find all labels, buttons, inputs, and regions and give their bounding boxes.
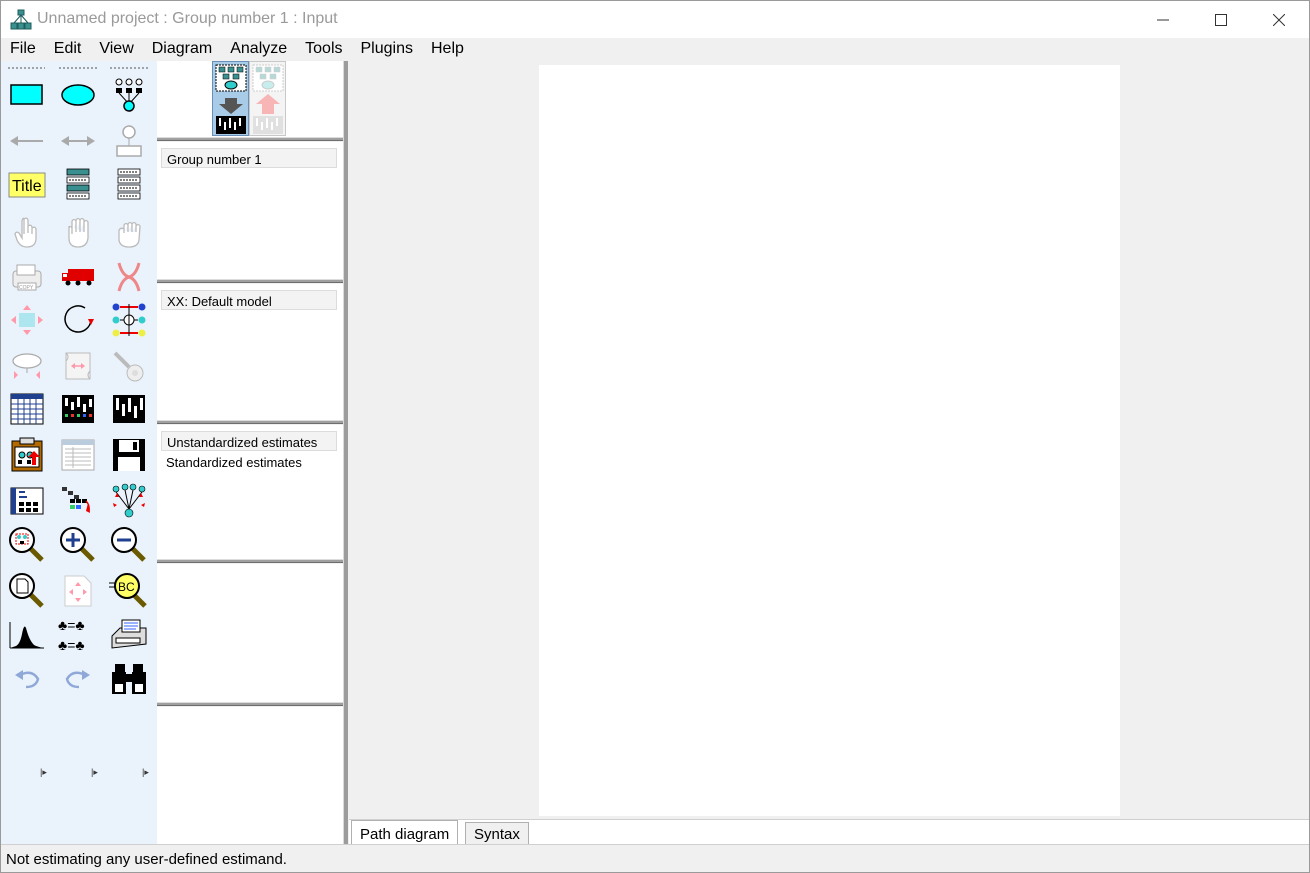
rotate-indicators-icon[interactable] (58, 300, 98, 340)
model-item[interactable]: XX: Default model (161, 290, 337, 310)
empty-panel-2 (157, 707, 343, 844)
zoom-in-icon[interactable] (58, 525, 98, 565)
maximize-button[interactable] (1192, 1, 1250, 38)
svg-text:BC: BC (118, 580, 135, 594)
draw-observed-variable-icon[interactable] (7, 75, 47, 115)
status-text: Not estimating any user-defined estimand… (6, 851, 287, 868)
empty-panel-1 (157, 564, 343, 702)
models-panel: XX: Default model (157, 284, 343, 420)
toolbox-grip (8, 67, 148, 69)
svg-text:♣=♣: ♣=♣ (58, 637, 85, 653)
reflect-indicators-icon[interactable] (109, 300, 149, 340)
view-mode-toggle (212, 61, 286, 136)
examine-diagram-icon[interactable]: BC (109, 571, 149, 611)
analysis-properties-icon[interactable] (58, 389, 98, 429)
svg-text:COPY: COPY (19, 285, 34, 291)
menu-plugins[interactable]: Plugins (352, 38, 422, 61)
duplicate-objects-icon[interactable]: COPY (7, 257, 47, 297)
toolbox-more-arrow-1[interactable]: |▸ (40, 767, 47, 778)
draw-path-icon[interactable] (7, 121, 47, 161)
panel-splitter-5[interactable] (157, 702, 345, 706)
draw-latent-indicators-icon[interactable] (109, 75, 149, 115)
amos-logo-icon (10, 9, 32, 31)
toolbox-more-arrow-2[interactable]: |▸ (91, 767, 98, 778)
select-one-object-icon[interactable] (7, 213, 47, 253)
toolbox: Title COPY BC ♣=♣ ♣=♣ |▸ |▸ |▸ (1, 61, 157, 844)
mode-panel (157, 61, 343, 137)
menu-tools[interactable]: Tools (296, 38, 351, 61)
minimize-button[interactable] (1134, 1, 1192, 38)
zoom-out-icon[interactable] (109, 525, 149, 565)
tab-path-diagram[interactable]: Path diagram (351, 820, 459, 845)
menu-help[interactable]: Help (422, 38, 473, 61)
select-all-objects-icon[interactable] (58, 213, 98, 253)
menu-analyze[interactable]: Analyze (221, 38, 296, 61)
panel-splitter-1[interactable] (157, 137, 345, 141)
menu-bar: File Edit View Diagram Analyze Tools Plu… (1, 38, 1309, 61)
figure-caption-icon[interactable]: Title (7, 165, 47, 205)
menu-diagram[interactable]: Diagram (143, 38, 221, 61)
panel-splitter-4[interactable] (157, 559, 345, 563)
app-window: Unnamed project : Group number 1 : Input… (0, 0, 1310, 873)
select-data-files-icon[interactable] (7, 389, 47, 429)
touch-up-icon[interactable] (109, 346, 149, 386)
title-bar: Unnamed project : Group number 1 : Input (1, 1, 1309, 38)
title-tool-label: Title (12, 178, 42, 195)
status-bar: Not estimating any user-defined estimand… (1, 844, 1309, 872)
groups-panel: Group number 1 (157, 142, 343, 279)
panel-splitter-2[interactable] (157, 279, 345, 283)
object-properties-icon[interactable] (7, 481, 47, 521)
print-diagram-icon[interactable] (109, 615, 149, 655)
add-unique-variable-icon[interactable] (109, 121, 149, 161)
drag-properties-icon[interactable] (58, 481, 98, 521)
change-shape-icon[interactable] (7, 300, 47, 340)
deselect-all-icon[interactable] (109, 213, 149, 253)
menu-file[interactable]: File (1, 38, 45, 61)
erase-objects-icon[interactable] (109, 257, 149, 297)
undo-icon[interactable] (7, 659, 47, 699)
redo-icon[interactable] (58, 659, 98, 699)
list-model-variables-icon[interactable] (58, 165, 98, 205)
estimate-standardized[interactable]: Standardized estimates (161, 452, 337, 472)
move-objects-icon[interactable] (58, 257, 98, 297)
list-dataset-variables-icon[interactable] (109, 165, 149, 205)
group-item[interactable]: Group number 1 (161, 148, 337, 168)
svg-text:♣=♣: ♣=♣ (58, 617, 85, 633)
specification-search-icon[interactable] (109, 659, 149, 699)
view-text-icon[interactable] (58, 435, 98, 475)
multiple-group-analysis-icon[interactable]: ♣=♣ ♣=♣ (58, 615, 98, 655)
view-input-button[interactable] (212, 61, 249, 136)
copy-diagram-icon[interactable] (7, 435, 47, 475)
zoom-selected-area-icon[interactable] (7, 525, 47, 565)
tab-bar: Path diagram Syntax (349, 819, 1309, 845)
close-button[interactable] (1250, 1, 1308, 38)
save-diagram-icon[interactable] (109, 435, 149, 475)
window-title: Unnamed project : Group number 1 : Input (37, 10, 338, 27)
toolbox-more-arrow-3[interactable]: |▸ (142, 767, 149, 778)
move-parameters-icon[interactable] (7, 346, 47, 386)
show-page-icon[interactable] (7, 571, 47, 611)
draw-unobserved-variable-icon[interactable] (58, 75, 98, 115)
panels-column: Group number 1 XX: Default model Unstand… (157, 61, 345, 844)
menu-view[interactable]: View (90, 38, 142, 61)
estimate-unstandardized[interactable]: Unstandardized estimates (161, 431, 337, 451)
panel-splitter-3[interactable] (157, 420, 345, 424)
tab-syntax[interactable]: Syntax (465, 822, 529, 845)
calculate-estimates-icon[interactable] (109, 389, 149, 429)
draw-covariance-icon[interactable] (58, 121, 98, 161)
resize-diagram-icon[interactable] (58, 571, 98, 611)
menu-edit[interactable]: Edit (45, 38, 91, 61)
vertical-splitter[interactable] (343, 61, 348, 844)
view-output-button[interactable] (249, 61, 286, 136)
estimates-panel: Unstandardized estimates Standardized es… (157, 425, 343, 559)
bayesian-estimation-icon[interactable] (7, 615, 47, 655)
preserve-symmetries-icon[interactable] (109, 481, 149, 521)
diagram-page[interactable] (539, 65, 1120, 816)
reposition-diagram-icon[interactable] (58, 346, 98, 386)
